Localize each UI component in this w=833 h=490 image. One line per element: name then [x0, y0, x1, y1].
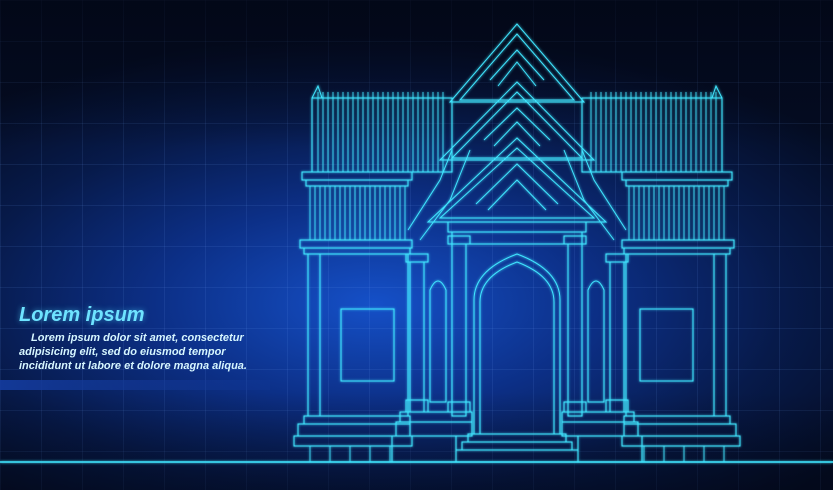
column-right-inner [568, 244, 582, 416]
entry-steps [468, 434, 566, 442]
column-left-inner [452, 244, 466, 416]
left-upper-fins [318, 92, 443, 172]
left-lower-fins [310, 186, 405, 240]
right-niche [588, 281, 604, 402]
temple-wireframe-illustration [0, 0, 833, 490]
central-portico [392, 24, 642, 462]
lower-gable [428, 138, 606, 222]
left-window [341, 309, 394, 381]
left-niche [430, 281, 446, 402]
top-gable [450, 24, 584, 102]
